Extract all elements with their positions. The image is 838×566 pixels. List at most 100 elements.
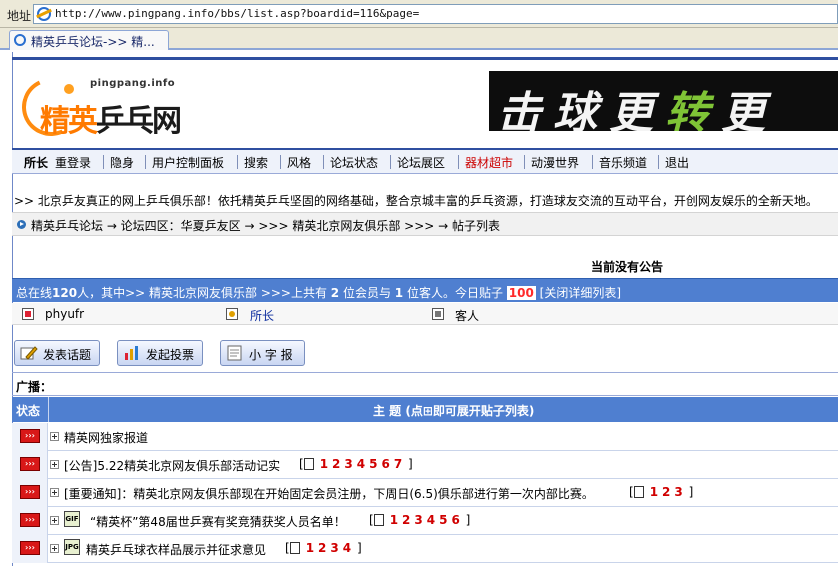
pages-icon	[633, 486, 644, 498]
page-number-link[interactable]: 3	[674, 485, 682, 499]
banner-slogan-b: 转	[665, 88, 721, 131]
expand-plus-icon[interactable]	[50, 516, 59, 525]
site-intro: >> 北京乒友真正的网上乒乓俱乐部！依托精英乒乓坚固的网络基础，整合京城丰富的乒…	[14, 194, 818, 208]
page-number-link[interactable]: 4	[343, 541, 351, 555]
page-number-link[interactable]: 7	[394, 457, 402, 471]
start-vote-label: 发起投票	[146, 348, 195, 362]
nav-item[interactable]: 论坛状态	[330, 154, 378, 171]
breadcrumb-text[interactable]: 精英乒乓论坛 → 论坛四区：华夏乒友区 → >>> 精英北京网友俱乐部 >>> …	[31, 217, 500, 234]
bar-chart-icon	[125, 346, 138, 360]
status-column-header: 状态	[16, 404, 41, 418]
page-number-link[interactable]: 2	[662, 485, 670, 499]
site-logo[interactable]: pingpang.info 精英乒乓网	[13, 66, 182, 145]
nav-separator	[658, 155, 659, 169]
nav-separator	[524, 155, 525, 169]
page-number-link[interactable]: 6	[381, 457, 389, 471]
address-url[interactable]: http://www.pingpang.info/bbs/list.asp?bo…	[55, 7, 419, 20]
expand-plus-icon[interactable]	[50, 460, 59, 469]
nav-separator	[390, 155, 391, 169]
page-links: [1 2 3 4 ]	[285, 541, 362, 555]
page-number-link[interactable]: 1	[650, 485, 658, 499]
nav-separator	[103, 155, 104, 169]
page-number-link[interactable]: 3	[344, 457, 352, 471]
nav-item[interactable]: 搜索	[244, 154, 268, 171]
page-number-link[interactable]: 2	[332, 457, 340, 471]
ie-tab-icon	[14, 34, 26, 46]
expand-plus-icon[interactable]	[50, 544, 59, 553]
page-number-link[interactable]: 5	[369, 457, 377, 471]
nav-item[interactable]: 退出	[665, 154, 689, 171]
nav-separator	[280, 155, 281, 169]
topic-row[interactable]: ››› 精英网独家报道	[12, 423, 838, 451]
nav-item[interactable]: 用户控制面板	[152, 154, 224, 171]
status-cell: ›››	[12, 535, 48, 563]
topic-column-header: 主 题 (点⊞即可展开贴子列表)	[373, 404, 535, 418]
ad-banner[interactable]: 击球更转更	[489, 71, 838, 131]
nav-item[interactable]: 重登录	[55, 154, 91, 171]
topic-table-header: 状态 主 题 (点⊞即可展开贴子列表)	[12, 397, 838, 422]
logo-wordmark-a: 精英	[40, 104, 98, 139]
nav-separator	[323, 155, 324, 169]
pages-icon	[303, 458, 314, 470]
page-number-link[interactable]: 1	[306, 541, 314, 555]
close-detail-link[interactable]: [关闭详细列表]	[536, 286, 621, 300]
expand-plus-icon[interactable]	[50, 432, 59, 441]
post-topic-button[interactable]: 发表话题	[14, 340, 100, 366]
page-number-link[interactable]: 4	[427, 513, 435, 527]
page-number-link[interactable]: 5	[439, 513, 447, 527]
page-number-link[interactable]: 2	[402, 513, 410, 527]
page-number-link[interactable]: 1	[390, 513, 398, 527]
status-cell: ›››	[12, 507, 48, 535]
topic-title[interactable]: “精英杯”第48届世乒赛有奖竞猜获奖人员名单！	[90, 513, 346, 530]
status-cell: ›››	[12, 423, 48, 451]
online-p1: 总在线	[16, 286, 53, 300]
nav-item[interactable]: 隐身	[110, 154, 134, 171]
page-number-link[interactable]: 4	[357, 457, 365, 471]
nav-item[interactable]: 风格	[287, 154, 311, 171]
logo-ball-icon	[64, 84, 74, 94]
hot-topic-icon: ›››	[20, 513, 40, 527]
page-number-link[interactable]: 1	[320, 457, 328, 471]
page-number-link[interactable]: 2	[318, 541, 326, 555]
nav-separator	[458, 155, 459, 169]
address-input[interactable]: http://www.pingpang.info/bbs/list.asp?bo…	[33, 4, 838, 24]
logo-wordmark-b: 乒乓网	[96, 104, 182, 139]
address-label: 地址	[7, 9, 32, 23]
nav-item[interactable]: 音乐频道	[599, 154, 647, 171]
topic-title[interactable]: 精英网独家报道	[64, 429, 148, 446]
page-bracket-close: ]	[461, 513, 471, 527]
topic-row[interactable]: ››› [重要通知]：精英北京网友俱乐部现在开始固定会员注册，下周日(6.5)俱乐…	[12, 479, 838, 507]
online-members: 2	[330, 286, 340, 300]
page-number-link[interactable]: 3	[330, 541, 338, 555]
page-number-link[interactable]: 3	[414, 513, 422, 527]
online-user[interactable]: phyufr	[45, 307, 84, 321]
topic-row[interactable]: ››› JPG 精英乒乓球衣样品展示并征求意见 [1 2 3 4 ]	[12, 535, 838, 563]
user-status-icon	[22, 308, 34, 320]
browser-tab[interactable]: 精英乒乓论坛->> 精...	[9, 30, 169, 50]
topic-row[interactable]: ››› [公告]5.22精英北京网友俱乐部活动记实 [1 2 3 4 5 6 7 ]	[12, 451, 838, 479]
page-number-link[interactable]: 6	[451, 513, 459, 527]
page-links: [1 2 3 4 5 6 ]	[369, 513, 470, 527]
nav-item[interactable]: 动漫世界	[531, 154, 579, 171]
logo-domain: pingpang.info	[90, 78, 176, 89]
nav-separator	[592, 155, 593, 169]
online-total: 120	[52, 286, 78, 300]
online-status-bar: 总在线120人，其中>> 精英北京网友俱乐部 >>>上共有 2 位会员与 1 位…	[12, 278, 838, 302]
banner-slogan-a: 击球更	[497, 88, 665, 131]
attachment-type-icon: GIF	[64, 511, 80, 527]
start-vote-button[interactable]: 发起投票	[117, 340, 203, 366]
hot-topic-icon: ›››	[20, 429, 40, 443]
broadcast-bar: 广播：	[12, 372, 838, 396]
online-user[interactable]: 所长	[250, 307, 274, 324]
hot-topic-icon: ›››	[20, 457, 40, 471]
expand-plus-icon[interactable]	[50, 488, 59, 497]
breadcrumb: 精英乒乓论坛 → 论坛四区：华夏乒友区 → >>> 精英北京网友俱乐部 >>> …	[12, 212, 838, 236]
topic-title[interactable]: [公告]5.22精英北京网友俱乐部活动记实	[64, 457, 280, 474]
nav-item[interactable]: 器材超市	[465, 154, 513, 171]
topic-title[interactable]: [重要通知]：精英北京网友俱乐部现在开始固定会员注册，下周日(6.5)俱乐部进行…	[64, 485, 594, 502]
small-poster-button[interactable]: 小 字 报	[220, 340, 305, 366]
topic-row[interactable]: ››› GIF “精英杯”第48届世乒赛有奖竞猜获奖人员名单！ [1 2 3 4 5 6 ]	[12, 507, 838, 535]
nav-item[interactable]: 论坛展区	[397, 154, 445, 171]
topic-title[interactable]: 精英乒乓球衣样品展示并征求意见	[86, 541, 266, 558]
nav-item[interactable]: 所长	[24, 154, 48, 171]
